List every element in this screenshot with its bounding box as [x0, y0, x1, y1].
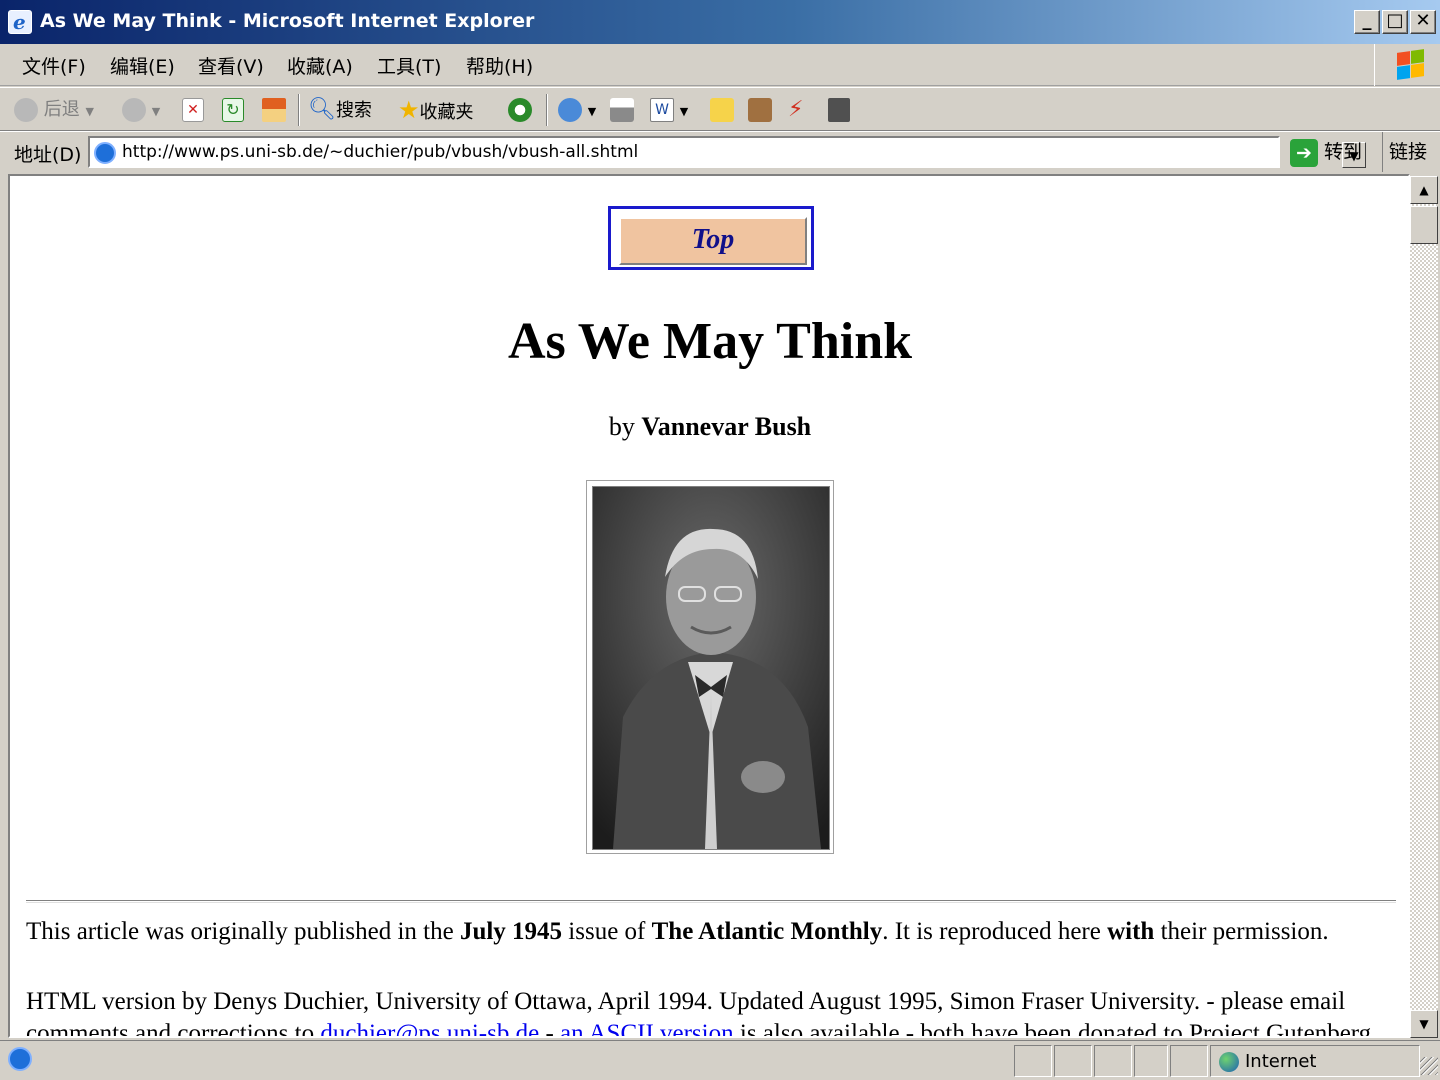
scroll-up-icon[interactable]: ▲	[1410, 176, 1438, 204]
status-text-panel	[4, 1045, 1012, 1077]
menu-bar: 文件(F) 编辑(E) 查看(V) 收藏(A) 工具(T) 帮助(H)	[0, 44, 1440, 86]
status-panel	[1094, 1045, 1132, 1077]
menu-help[interactable]: 帮助(H)	[466, 52, 533, 79]
horizontal-rule	[26, 900, 1396, 903]
menu-favorites[interactable]: 收藏(A)	[287, 52, 353, 79]
messenger-icon: ⚡︎	[788, 97, 804, 122]
messenger-button[interactable]: ⚡︎	[788, 96, 803, 124]
note-icon	[710, 98, 734, 122]
research-button[interactable]	[748, 96, 772, 124]
refresh-button[interactable]: ↻	[222, 96, 244, 124]
status-panel	[1170, 1045, 1208, 1077]
go-button[interactable]: ➔ 转到	[1290, 136, 1380, 168]
top-link-label: Top	[619, 217, 807, 265]
extra-tool-button[interactable]	[828, 96, 850, 124]
favorites-label: 收藏夹	[419, 102, 474, 123]
menu-edit[interactable]: 编辑(E)	[110, 52, 175, 79]
toolbar-separator	[298, 94, 300, 126]
minimize-button[interactable]: _	[1354, 10, 1380, 34]
history-button[interactable]	[508, 96, 532, 124]
status-bar: Internet	[0, 1040, 1440, 1080]
globe-icon	[1219, 1052, 1239, 1072]
window-title: As We May Think - Microsoft Internet Exp…	[40, 10, 535, 32]
mail-icon	[558, 98, 582, 122]
zone-label: Internet	[1245, 1051, 1317, 1072]
status-panel	[1134, 1045, 1168, 1077]
search-button[interactable]: 🔍︎搜索	[308, 96, 372, 124]
search-icon: 🔍︎	[308, 97, 336, 122]
favorites-button[interactable]: ★收藏夹	[398, 96, 474, 124]
p1-text: This article was originally published in…	[26, 918, 460, 945]
author-portrait-frame	[586, 480, 834, 854]
discuss-button[interactable]	[710, 96, 734, 124]
links-button[interactable]: 链接	[1382, 132, 1440, 172]
p1-date: July 1945	[459, 918, 563, 945]
address-url[interactable]: http://www.ps.uni-sb.de/~duchier/pub/vbu…	[122, 142, 638, 162]
p2-text: is also available - both have been donat…	[733, 1020, 1372, 1038]
scrollbar-thumb[interactable]	[1410, 206, 1438, 244]
tool-icon	[828, 98, 850, 122]
status-panel	[1014, 1045, 1052, 1077]
edit-button[interactable]: W ▼	[650, 96, 688, 124]
stop-button[interactable]: ✕	[182, 96, 204, 124]
menu-view[interactable]: 查看(V)	[198, 52, 264, 79]
back-arrow-icon	[14, 98, 38, 122]
publication-note: This article was originally published in…	[26, 918, 1396, 946]
back-button[interactable]: 后退 ▼	[14, 96, 94, 124]
menu-file[interactable]: 文件(F)	[22, 52, 86, 79]
home-button[interactable]	[262, 96, 286, 124]
byline: by Vannevar Bush	[10, 412, 1408, 442]
standard-toolbar: 后退 ▼ ▼ ✕ ↻ 🔍︎搜索 ★收藏夹 ▼ W ▼ ⚡︎	[0, 87, 1440, 131]
p1-text: . It is reproduced here	[882, 918, 1108, 945]
forward-arrow-icon	[122, 98, 146, 122]
ascii-version-link[interactable]: an ASCII version	[560, 1020, 734, 1036]
print-icon	[610, 98, 634, 122]
windows-logo-icon	[1374, 44, 1440, 86]
author-name: Vannevar Bush	[641, 412, 812, 441]
resize-grip-icon[interactable]	[1420, 1057, 1438, 1075]
p1-magazine: The Atlantic Monthly	[651, 918, 883, 945]
p2-text: -	[539, 1020, 561, 1038]
home-icon	[262, 98, 286, 122]
byline-prefix: by	[608, 412, 635, 441]
vertical-scrollbar[interactable]: ▲ ▼	[1410, 176, 1438, 1038]
forward-button[interactable]: ▼	[122, 96, 160, 124]
star-icon: ★	[398, 96, 420, 124]
top-link-button[interactable]: Top	[608, 206, 814, 270]
page-title: As We May Think	[507, 313, 913, 370]
address-bar: 地址(D) http://www.ps.uni-sb.de/~duchier/p…	[0, 131, 1440, 173]
p1-text: their permission.	[1154, 918, 1329, 945]
title-bar[interactable]: e As We May Think - Microsoft Internet E…	[0, 0, 1440, 44]
search-label: 搜索	[335, 100, 372, 121]
refresh-icon: ↻	[222, 98, 244, 122]
mail-button[interactable]: ▼	[558, 96, 596, 124]
page-icon	[94, 142, 116, 164]
email-link[interactable]: duchier@ps.uni-sb.de	[320, 1020, 539, 1036]
back-label: 后退	[43, 99, 80, 120]
word-edit-icon: W	[650, 98, 674, 122]
menu-tools[interactable]: 工具(T)	[377, 52, 441, 79]
close-button[interactable]: ✕	[1410, 10, 1436, 34]
print-button[interactable]	[610, 96, 634, 124]
page-content: Top As We May Think by Vannevar Bush Thi…	[8, 174, 1410, 1038]
research-icon	[748, 98, 772, 122]
history-icon	[508, 98, 532, 122]
stop-icon: ✕	[182, 98, 204, 122]
maximize-button[interactable]: □	[1382, 10, 1408, 34]
go-arrow-icon: ➔	[1290, 138, 1318, 167]
p1-text: issue of	[562, 918, 652, 945]
author-portrait	[592, 486, 830, 850]
address-input[interactable]: http://www.ps.uni-sb.de/~duchier/pub/vbu…	[88, 136, 1366, 168]
go-label: 转到	[1324, 141, 1363, 163]
status-panel	[1054, 1045, 1092, 1077]
security-zone: Internet	[1210, 1045, 1420, 1077]
scroll-down-icon[interactable]: ▼	[1410, 1010, 1438, 1038]
html-version-note: HTML version by Denys Duchier, Universit…	[26, 986, 1396, 1038]
toolbar-separator	[546, 94, 548, 126]
ie-app-icon[interactable]: e	[8, 10, 32, 34]
address-label: 地址(D)	[14, 144, 82, 166]
p1-bold-with: with	[1107, 918, 1155, 945]
